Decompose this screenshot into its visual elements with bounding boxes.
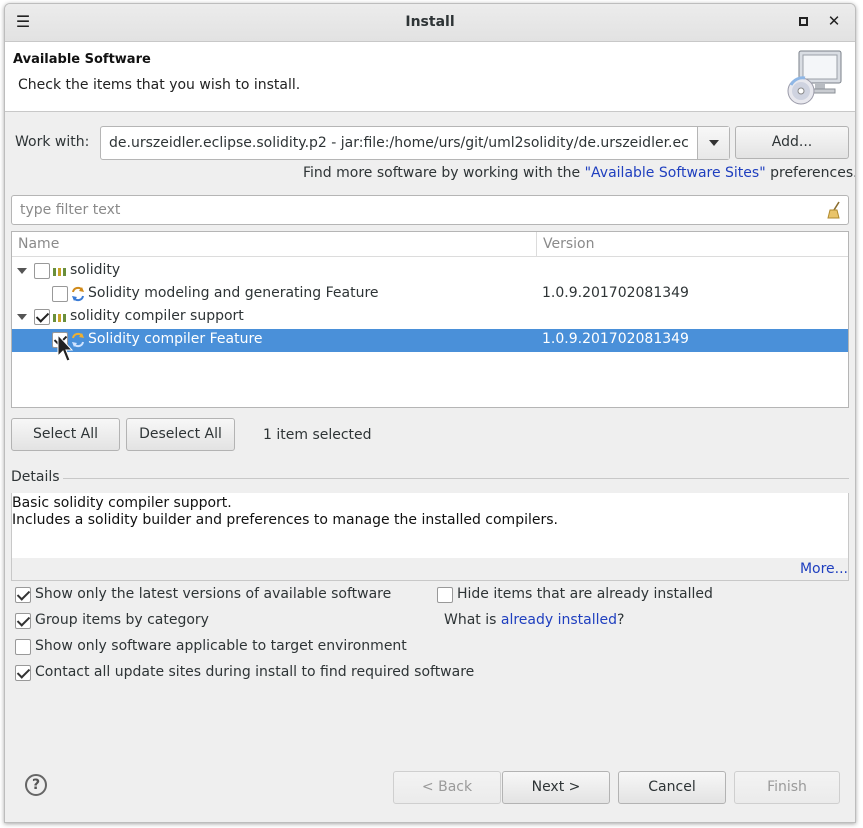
what-is-suffix: ? bbox=[617, 612, 625, 628]
install-dialog: ☰ Install ✕ Available Software Check the… bbox=[4, 3, 856, 823]
checkbox-box[interactable] bbox=[15, 665, 31, 681]
checkbox-box[interactable] bbox=[15, 587, 31, 603]
work-with-combo[interactable]: de.urszeidler.eclipse.solidity.p2 - jar:… bbox=[100, 126, 730, 160]
row-label: solidity bbox=[70, 262, 121, 278]
row-label: solidity compiler support bbox=[70, 308, 244, 324]
wizard-header: Available Software Check the items that … bbox=[5, 42, 855, 112]
back-button[interactable]: < Back bbox=[393, 771, 501, 804]
work-with-value: de.urszeidler.eclipse.solidity.p2 - jar:… bbox=[109, 135, 689, 151]
selection-status: 1 item selected bbox=[263, 427, 372, 443]
expand-arrow-icon[interactable] bbox=[17, 314, 27, 320]
row-label: Solidity modeling and generating Feature bbox=[88, 285, 379, 301]
page-description: Check the items that you wish to install… bbox=[18, 77, 301, 93]
row-version: 1.0.9.201702081349 bbox=[542, 331, 689, 347]
next-button[interactable]: Next > bbox=[502, 771, 610, 804]
column-name-header[interactable]: Name bbox=[18, 236, 59, 252]
deselect-all-button[interactable]: Deselect All bbox=[126, 418, 235, 451]
details-panel: Basic solidity compiler support. Include… bbox=[11, 493, 849, 581]
row-version: 1.0.9.201702081349 bbox=[542, 285, 689, 301]
close-icon[interactable]: ✕ bbox=[825, 12, 843, 30]
add-button[interactable]: Add... bbox=[735, 126, 849, 159]
work-with-label: Work with: bbox=[15, 134, 90, 150]
finish-button[interactable]: Finish bbox=[734, 771, 840, 804]
title-bar: ☰ Install ✕ bbox=[5, 4, 855, 42]
row-checkbox[interactable] bbox=[34, 309, 50, 325]
tree-row[interactable]: solidity compiler support bbox=[12, 306, 848, 329]
chevron-down-icon[interactable] bbox=[697, 127, 729, 159]
help-icon[interactable]: ? bbox=[25, 774, 47, 796]
tree-row[interactable]: Solidity modeling and generating Feature… bbox=[12, 283, 848, 306]
checkbox-label: Show only the latest versions of availab… bbox=[35, 586, 392, 602]
install-software-icon bbox=[787, 50, 842, 105]
window-title: Install bbox=[405, 14, 455, 30]
clear-filter-icon[interactable] bbox=[826, 201, 842, 219]
tree-row-selected[interactable]: Solidity compiler Feature 1.0.9.20170208… bbox=[12, 329, 848, 352]
available-software-sites-link[interactable]: "Available Software Sites" bbox=[585, 165, 766, 181]
tree-row[interactable]: solidity bbox=[12, 260, 848, 283]
maximize-icon[interactable] bbox=[799, 17, 808, 26]
row-checkbox[interactable] bbox=[52, 286, 68, 302]
filter-placeholder: type filter text bbox=[20, 202, 121, 218]
mouse-pointer-icon bbox=[57, 334, 73, 362]
category-icon bbox=[53, 314, 66, 322]
hint-prefix: Find more software by working with the bbox=[303, 165, 585, 181]
software-tree[interactable]: Name Version solidity Solidity modeling … bbox=[11, 231, 849, 408]
details-text: Basic solidity compiler support. Include… bbox=[12, 495, 558, 528]
checkbox-label: Group items by category bbox=[35, 612, 209, 628]
checkbox-box[interactable] bbox=[15, 639, 31, 655]
expand-arrow-icon[interactable] bbox=[17, 268, 27, 274]
checkbox-box[interactable] bbox=[437, 587, 453, 603]
already-installed-hint: What is already installed? bbox=[444, 612, 624, 628]
filter-input[interactable]: type filter text bbox=[11, 195, 849, 225]
what-is-prefix: What is bbox=[444, 612, 501, 628]
checkbox-box[interactable] bbox=[15, 613, 31, 629]
details-footer: More... bbox=[12, 558, 848, 580]
column-version-header[interactable]: Version bbox=[543, 236, 594, 252]
row-label: Solidity compiler Feature bbox=[88, 331, 263, 347]
page-title: Available Software bbox=[13, 52, 151, 67]
checkbox-label: Contact all update sites during install … bbox=[35, 664, 475, 680]
row-checkbox[interactable] bbox=[34, 263, 50, 279]
feature-icon bbox=[72, 286, 84, 302]
category-icon bbox=[53, 268, 66, 276]
details-divider bbox=[63, 478, 849, 479]
checkbox-label: Show only software applicable to target … bbox=[35, 638, 407, 654]
details-group-label: Details bbox=[11, 469, 60, 485]
cancel-button[interactable]: Cancel bbox=[618, 771, 726, 804]
select-all-button[interactable]: Select All bbox=[11, 418, 120, 451]
hint-suffix: preferences. bbox=[765, 165, 856, 181]
available-sites-hint: Find more software by working with the "… bbox=[303, 165, 856, 181]
already-installed-link[interactable]: already installed bbox=[501, 612, 617, 628]
more-link[interactable]: More... bbox=[800, 561, 848, 577]
checkbox-label: Hide items that are already installed bbox=[457, 586, 713, 602]
tree-header: Name Version bbox=[12, 232, 848, 257]
